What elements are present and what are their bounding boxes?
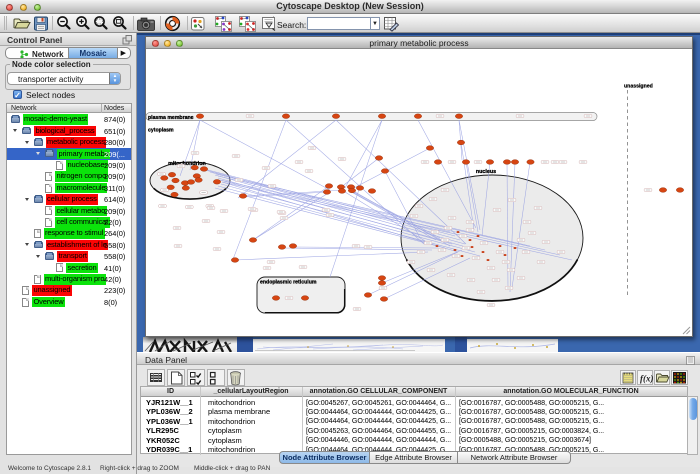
svg-text:nucleus: nucleus [476,169,496,175]
svg-text:mitochondrion: mitochondrion [168,161,206,167]
svg-text:plasma membrane: plasma membrane [148,115,194,121]
svg-text:endoplasmic reticulum: endoplasmic reticulum [260,280,317,286]
svg-text:unassigned: unassigned [624,84,653,90]
svg-text:cytoplasm: cytoplasm [148,128,174,134]
svg-text:f(x): f(x) [640,374,654,384]
